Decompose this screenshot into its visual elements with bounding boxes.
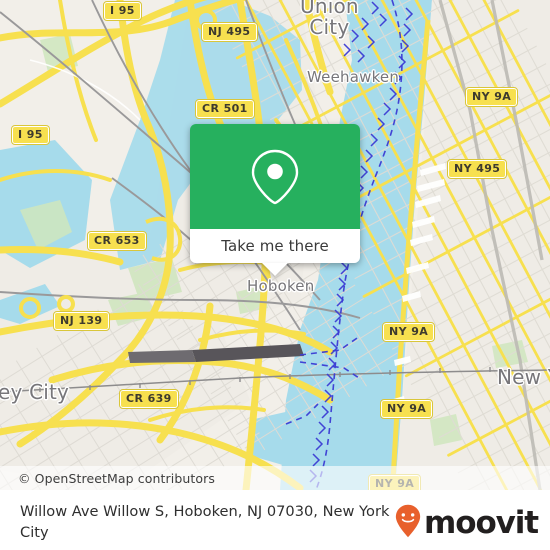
road-shield-ny9a-mid: NY 9A (381, 322, 436, 342)
road-shield-cr639: CR 639 (119, 389, 179, 409)
road-shield-nj495: NJ 495 (201, 22, 258, 42)
moovit-map-screenshot: Union City Weehawken Hoboken ey City New… (0, 0, 550, 550)
popup-header (190, 124, 360, 229)
road-shield-ny9a-lower: NY 9A (379, 399, 434, 419)
map-canvas[interactable]: Union City Weehawken Hoboken ey City New… (0, 0, 550, 490)
road-shield-nj139: NJ 139 (53, 311, 110, 331)
moovit-wordmark: moovit (424, 505, 539, 541)
destination-popup-card[interactable]: Take me there (190, 124, 360, 276)
openstreetmap-attribution[interactable]: © OpenStreetMap contributors (0, 471, 215, 486)
moovit-logo[interactable]: moovit (394, 504, 539, 543)
road-shield-ny9a-upper: NY 9A (464, 87, 519, 107)
popup-tail-pointer (262, 263, 288, 276)
road-shield-ny495: NY 495 (446, 159, 508, 179)
address-text: Willow Ave Willow S, Hoboken, NJ 07030, … (20, 503, 390, 541)
moovit-pin-icon (394, 504, 422, 543)
road-shield-cr653: CR 653 (87, 231, 147, 251)
footer-bar: Willow Ave Willow S, Hoboken, NJ 07030, … (0, 490, 550, 550)
road-shield-i95-left: I 95 (11, 125, 50, 145)
road-shield-cr501: CR 501 (195, 99, 255, 119)
map-attribution-bar: © OpenStreetMap contributors (0, 466, 550, 490)
popup-cta-row[interactable]: Take me there (190, 229, 360, 276)
take-me-there-label: Take me there (221, 237, 329, 255)
road-shield-i95-top: I 95 (103, 1, 142, 21)
map-pin-icon (245, 146, 305, 208)
